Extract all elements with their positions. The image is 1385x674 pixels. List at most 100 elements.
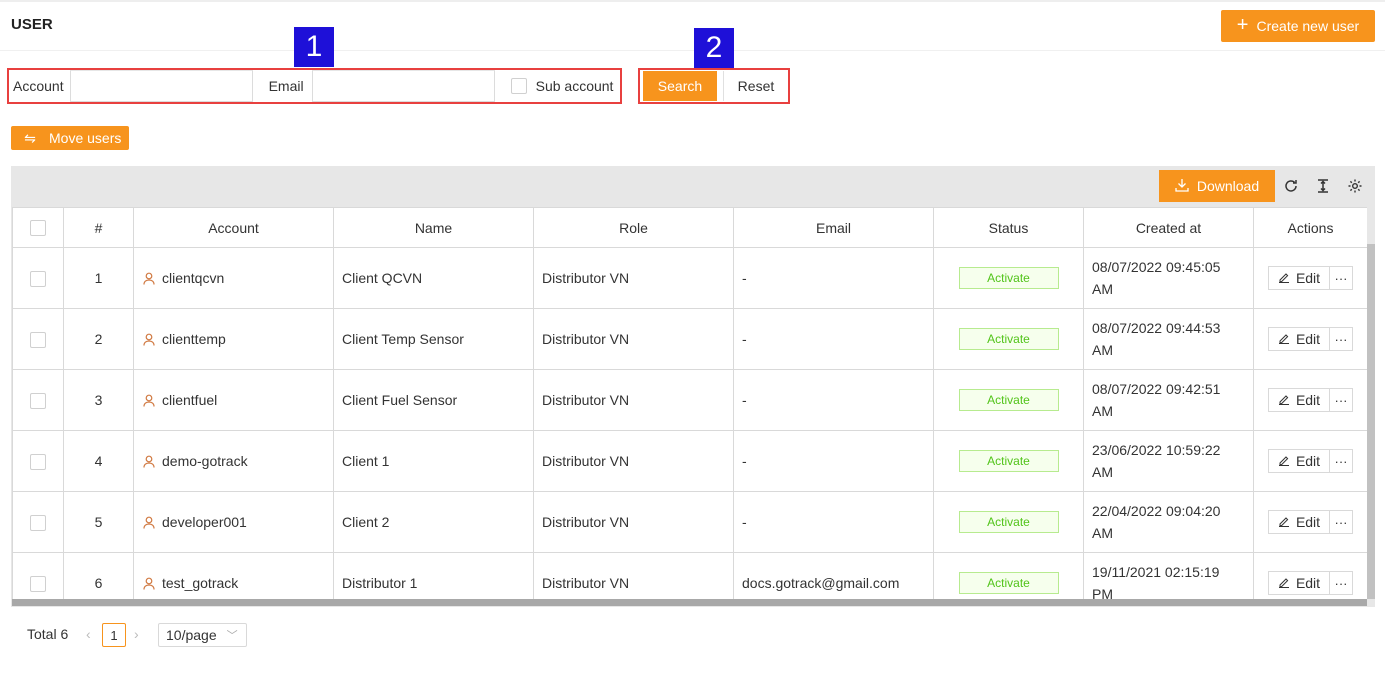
edit-label: Edit — [1295, 514, 1321, 530]
account-cell: demo-gotrack — [133, 430, 334, 492]
row-checkbox[interactable] — [30, 453, 46, 470]
name-cell: Client QCVN — [333, 247, 534, 309]
more-icon[interactable]: ··· — [1330, 266, 1353, 290]
created-at-cell: 22/04/2022 09:04:20 AM — [1083, 491, 1254, 553]
created-at-cell: 08/07/2022 09:45:05 AM — [1083, 247, 1254, 309]
chevron-left-icon[interactable]: ‹ — [86, 626, 91, 642]
header-divider — [0, 50, 1385, 51]
edit-button[interactable]: Edit — [1268, 510, 1330, 534]
chevron-down-icon: ﹀ — [226, 630, 238, 642]
page-size-select[interactable]: 10/page ﹀ — [158, 623, 247, 647]
vertical-scrollbar[interactable] — [1367, 244, 1375, 599]
account-cell: clienttemp — [133, 308, 334, 370]
row-checkbox[interactable] — [30, 514, 46, 531]
row-number: 2 — [63, 308, 134, 370]
status-badge: Activate — [958, 267, 1059, 289]
actions-cell: Edit ··· — [1253, 308, 1367, 370]
account-cell: test_gotrack — [133, 552, 334, 599]
account-label: Account — [13, 78, 64, 94]
row-select-cell — [12, 369, 64, 431]
email-cell: - — [733, 308, 934, 370]
settings-icon[interactable] — [1345, 176, 1365, 196]
row-select-cell — [12, 247, 64, 309]
status-cell: Activate — [933, 369, 1084, 431]
name-cell: Client 2 — [333, 491, 534, 553]
edit-label: Edit — [1295, 575, 1321, 591]
edit-label: Edit — [1295, 392, 1321, 408]
sub-account-checkbox[interactable]: Sub account — [510, 78, 613, 94]
account-input[interactable] — [69, 70, 253, 102]
download-label: Download — [1196, 178, 1260, 194]
download-button[interactable]: Download — [1159, 170, 1275, 202]
move-users-button[interactable]: ⇋ Move users — [11, 126, 129, 150]
row-select-cell — [12, 430, 64, 492]
account-name: developer001 — [162, 514, 247, 530]
column-header: Name — [333, 207, 534, 248]
table-row: 2 clienttemp Client Temp Sensor Distributor… — [12, 308, 1367, 370]
name-cell: Distributor 1 — [333, 552, 534, 599]
row-checkbox[interactable] — [30, 270, 46, 287]
select-all-checkbox[interactable] — [30, 220, 46, 237]
created-date: 08/07/2022 09:45:05 — [1092, 259, 1221, 275]
download-icon — [1175, 178, 1189, 195]
row-number: 6 — [63, 552, 134, 599]
user-icon — [142, 271, 156, 285]
column-header: Actions — [1253, 207, 1367, 248]
edit-icon — [1278, 270, 1290, 286]
email-cell: - — [733, 491, 934, 553]
created-date: 08/07/2022 09:42:51 — [1092, 381, 1221, 397]
page-title: USER — [11, 16, 53, 33]
create-new-user-button[interactable]: + Create new user — [1221, 10, 1375, 42]
filter-bar: Account Email Sub account — [7, 68, 622, 104]
table-row: 1 clientqcvn Client QCVN Distributor VN - Act… — [12, 247, 1367, 309]
edit-label: Edit — [1295, 453, 1321, 469]
created-ampm: PM — [1092, 586, 1113, 599]
edit-button[interactable]: Edit — [1268, 266, 1330, 290]
column-height-icon[interactable] — [1313, 176, 1333, 196]
column-header: Account — [133, 207, 334, 248]
edit-button[interactable]: Edit — [1268, 388, 1330, 412]
created-ampm: AM — [1092, 525, 1113, 541]
edit-label: Edit — [1295, 270, 1321, 286]
role-cell: Distributor VN — [533, 491, 734, 553]
row-checkbox[interactable] — [30, 392, 46, 409]
edit-button[interactable]: Edit — [1268, 327, 1330, 351]
created-at-cell: 19/11/2021 02:15:19 PM — [1083, 552, 1254, 599]
page-size-value: 10/page — [166, 627, 217, 643]
more-icon[interactable]: ··· — [1330, 327, 1353, 351]
edit-button[interactable]: Edit — [1268, 449, 1330, 473]
more-icon[interactable]: ··· — [1330, 388, 1353, 412]
more-icon[interactable]: ··· — [1330, 510, 1353, 534]
create-new-user-label: Create new user — [1256, 18, 1360, 34]
status-badge: Activate — [958, 572, 1059, 594]
role-cell: Distributor VN — [533, 308, 734, 370]
chevron-right-icon[interactable]: › — [134, 626, 139, 642]
status-cell: Activate — [933, 552, 1084, 599]
refresh-icon[interactable] — [1281, 176, 1301, 196]
edit-button[interactable]: Edit — [1268, 571, 1330, 595]
table-row: 6 test_gotrack Distributor 1 Distributor VN… — [12, 552, 1367, 599]
annotation-badge-1: 1 — [294, 27, 334, 67]
plus-icon: + — [1236, 14, 1249, 36]
search-button[interactable]: Search — [643, 71, 717, 101]
reset-button[interactable]: Reset — [722, 71, 788, 101]
actions-cell: Edit ··· — [1253, 369, 1367, 431]
top-border — [0, 0, 1385, 2]
more-icon[interactable]: ··· — [1330, 449, 1353, 473]
account-name: clientfuel — [162, 392, 218, 408]
page-current[interactable]: 1 — [102, 623, 126, 647]
status-badge: Activate — [958, 389, 1059, 411]
email-input[interactable] — [311, 70, 495, 102]
account-cell: clientfuel — [133, 369, 334, 431]
row-checkbox[interactable] — [30, 331, 46, 348]
more-icon[interactable]: ··· — [1330, 571, 1353, 595]
edit-icon — [1278, 392, 1290, 408]
created-date: 22/04/2022 09:04:20 — [1092, 503, 1221, 519]
sub-account-checkbox-box[interactable] — [510, 78, 527, 94]
status-cell: Activate — [933, 430, 1084, 492]
actions-cell: Edit ··· — [1253, 430, 1367, 492]
horizontal-scrollbar[interactable] — [12, 599, 1367, 606]
select-all-cell — [12, 207, 64, 248]
role-cell: Distributor VN — [533, 430, 734, 492]
row-checkbox[interactable] — [30, 575, 46, 592]
